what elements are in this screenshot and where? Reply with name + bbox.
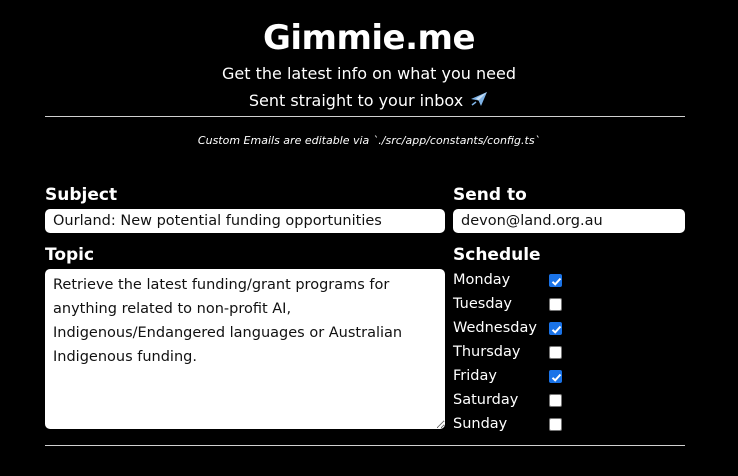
- send-to-label: Send to: [453, 185, 527, 205]
- app-page: Gimmie.me Get the latest info on what yo…: [0, 0, 738, 476]
- check-icon: [551, 277, 562, 286]
- day-checkbox[interactable]: [549, 418, 562, 431]
- day-checkbox[interactable]: [549, 394, 562, 407]
- day-label: Monday: [453, 272, 511, 288]
- schedule-day-tuesday[interactable]: Tuesday: [453, 293, 573, 315]
- schedule-day-monday[interactable]: Monday: [453, 269, 573, 291]
- check-icon: [551, 325, 562, 334]
- topic-label: Topic: [45, 245, 95, 265]
- airplane-icon: [469, 90, 489, 114]
- day-label: Friday: [453, 368, 497, 384]
- tagline-inbox: Sent straight to your inbox: [0, 90, 738, 114]
- schedule-day-saturday[interactable]: Saturday: [453, 389, 573, 411]
- schedule-label: Schedule: [453, 245, 541, 265]
- day-checkbox[interactable]: [549, 298, 562, 311]
- day-checkbox[interactable]: [549, 370, 562, 383]
- day-label: Saturday: [453, 392, 519, 408]
- schedule-day-sunday[interactable]: Sunday: [453, 413, 573, 435]
- day-checkbox[interactable]: [549, 346, 562, 359]
- day-checkbox[interactable]: [549, 322, 562, 335]
- footer-divider: [45, 445, 685, 446]
- schedule-day-thursday[interactable]: Thursday: [453, 341, 573, 363]
- config-note: Custom Emails are editable via `./src/ap…: [197, 134, 541, 147]
- subject-input[interactable]: [45, 209, 445, 233]
- subject-label: Subject: [45, 185, 118, 205]
- tagline-inbox-text: Sent straight to your inbox: [248, 91, 464, 110]
- day-label: Tuesday: [453, 296, 512, 312]
- schedule-day-friday[interactable]: Friday: [453, 365, 573, 387]
- check-icon: [551, 373, 562, 382]
- app-title: Gimmie.me: [262, 18, 476, 58]
- topic-textarea[interactable]: Retrieve the latest funding/grant progra…: [45, 269, 445, 429]
- day-label: Thursday: [453, 344, 521, 360]
- tagline: Get the latest info on what you need: [222, 64, 516, 83]
- schedule-day-wednesday[interactable]: Wednesday: [453, 317, 573, 339]
- send-to-input[interactable]: [453, 209, 685, 233]
- day-checkbox[interactable]: [549, 274, 562, 287]
- day-label: Wednesday: [453, 320, 537, 336]
- day-label: Sunday: [453, 416, 508, 432]
- header-divider: [45, 116, 685, 117]
